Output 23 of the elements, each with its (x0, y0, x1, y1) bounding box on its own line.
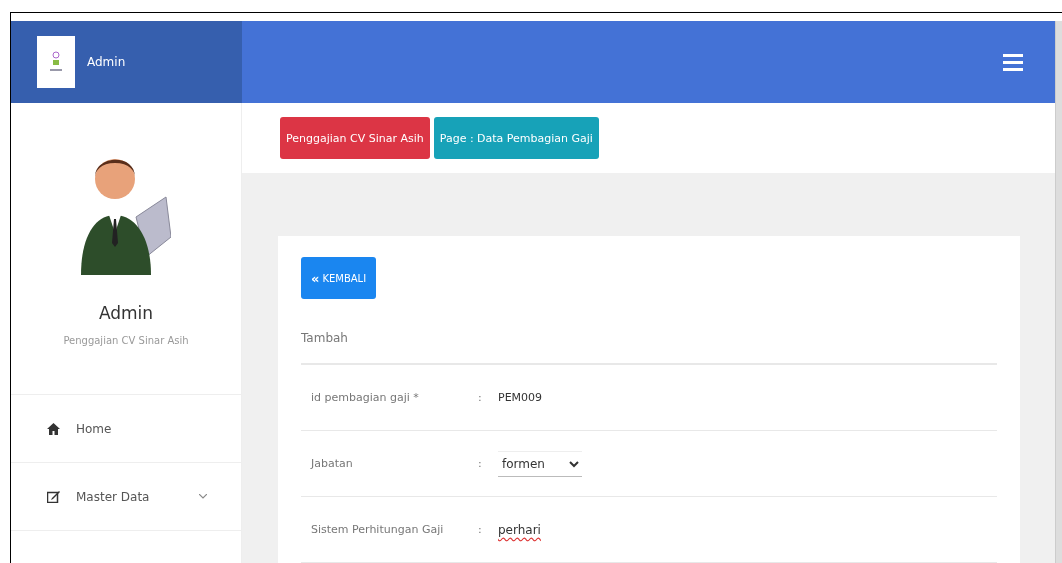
profile-subtitle: Penggajian CV Sinar Asih (63, 335, 189, 346)
brand-name: Admin (87, 55, 126, 69)
field-label: id pembagian gaji * (311, 391, 420, 404)
field-label: Sistem Perhitungan Gaji (311, 523, 445, 536)
edit-icon (47, 490, 60, 503)
sidebar-item[interactable]: Home (11, 395, 241, 463)
back-button[interactable]: « KEMBALI (301, 257, 377, 299)
sidebar-item[interactable]: Master Data (11, 463, 241, 531)
field-value: perhari (498, 522, 541, 537)
menu-icon[interactable] (1003, 53, 1023, 71)
colon: : (478, 523, 483, 536)
colon: : (478, 457, 483, 470)
colon: : (478, 391, 483, 404)
profile-name: Admin (98, 303, 154, 323)
home-icon (47, 422, 60, 435)
breadcrumb-button[interactable]: Penggajian CV Sinar Asih (280, 117, 430, 159)
form-title: Tambah (301, 331, 997, 365)
field-label: Jabatan (311, 457, 354, 470)
sidebar-item-label: Home (76, 421, 113, 436)
logo-icon (37, 36, 75, 88)
field-value: PEM009 (498, 391, 543, 404)
position-select[interactable]: formen (498, 450, 582, 477)
sidebar-item-label: Master Data (76, 489, 151, 504)
